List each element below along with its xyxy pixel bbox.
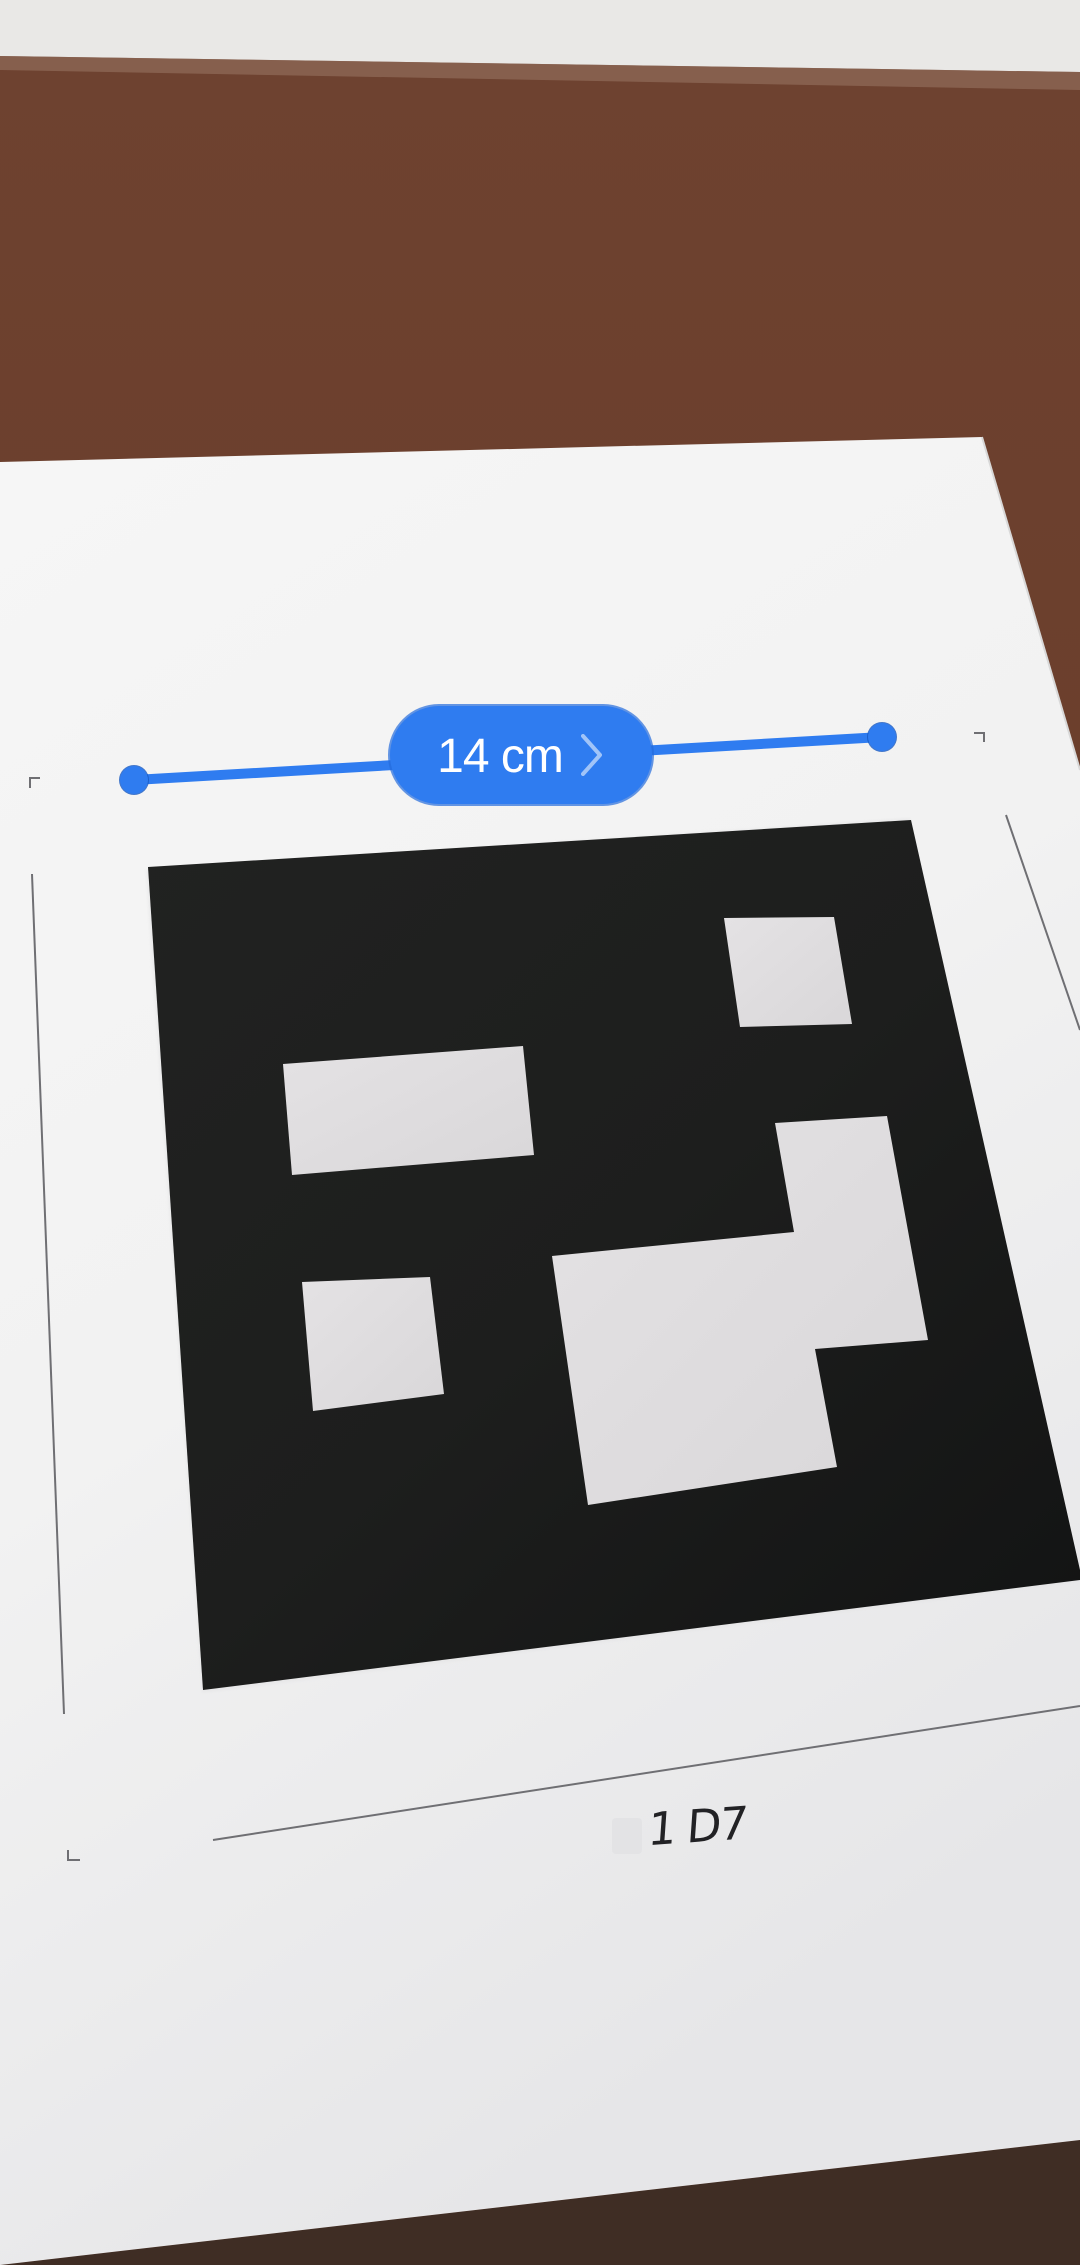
measurement-end-handle[interactable] — [868, 723, 896, 751]
marker-id-label: 1 D7 — [646, 1796, 748, 1857]
marker-label-ghost — [612, 1818, 642, 1854]
measurement-value: 14 cm — [437, 730, 564, 783]
measurement-value-chip[interactable]: 14 cm — [390, 706, 652, 804]
aruco-marker — [146, 818, 1080, 1693]
camera-view — [0, 0, 1080, 2265]
measurement-start-handle[interactable] — [120, 766, 148, 794]
chevron-right-icon — [580, 734, 602, 776]
